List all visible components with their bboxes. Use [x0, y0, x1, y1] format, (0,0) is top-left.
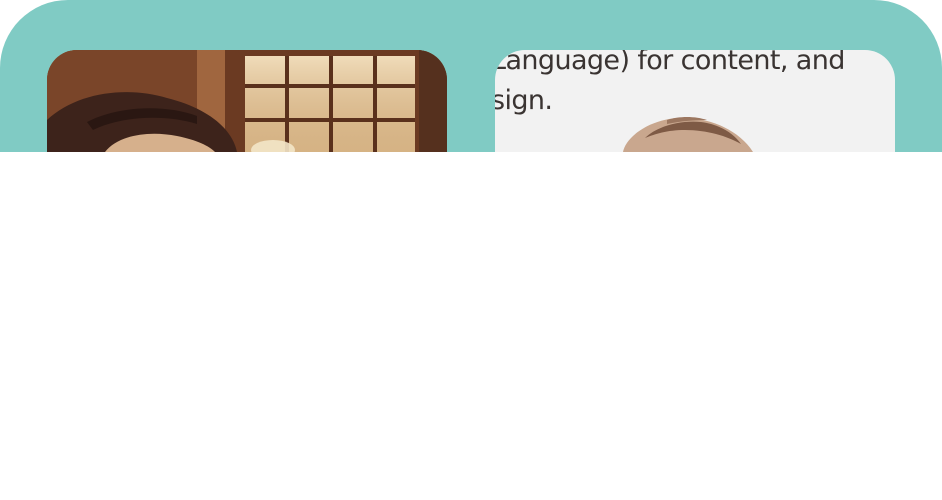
teal-section-background: Language) for content, and sign.	[0, 0, 942, 152]
bio-text-card: Language) for content, and sign.	[495, 50, 895, 152]
person-photo	[47, 50, 447, 152]
portrait-photo	[623, 117, 753, 152]
page: Language) for content, and sign.	[0, 0, 942, 500]
person-photo-card	[47, 50, 447, 152]
blank-content-area	[0, 152, 942, 500]
